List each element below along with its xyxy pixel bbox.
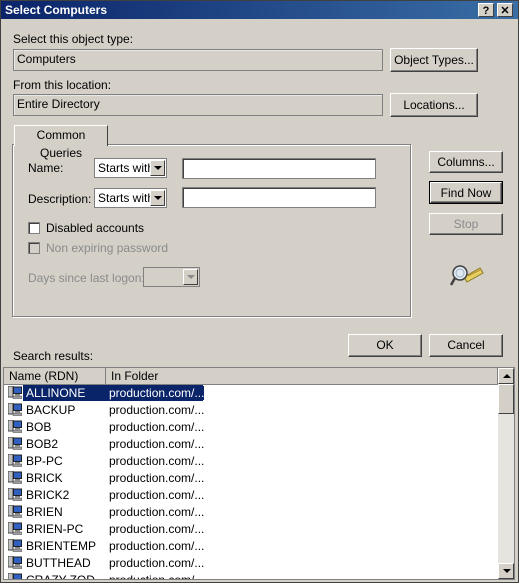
row-folder: production.com/... <box>109 505 205 519</box>
columns-button[interactable]: Columns... <box>429 151 503 173</box>
disabled-accounts-checkbox[interactable] <box>28 222 40 234</box>
table-row[interactable]: BOB2 production.com/... <box>4 436 496 453</box>
row-folder: production.com/... <box>109 420 205 434</box>
days-since-logon-select[interactable] <box>143 267 200 287</box>
computer-icon <box>8 573 22 579</box>
table-row[interactable]: BP-PC production.com/... <box>4 453 496 470</box>
table-row[interactable]: BOB production.com/... <box>4 419 496 436</box>
computer-icon <box>8 386 22 399</box>
row-folder: production.com/... <box>109 488 205 502</box>
computer-icon <box>8 539 22 552</box>
table-row[interactable]: BRICK2 production.com/... <box>4 487 496 504</box>
object-type-label: Select this object type: <box>13 32 134 46</box>
scroll-down-button[interactable] <box>498 563 514 579</box>
close-button[interactable]: ✕ <box>497 3 513 17</box>
description-operator-select[interactable]: Starts with <box>94 188 167 208</box>
scroll-thumb[interactable] <box>498 384 514 414</box>
table-row[interactable]: ALLINONE production.com/... <box>4 385 496 402</box>
row-folder: production.com/... <box>109 573 205 580</box>
non-expiring-password-checkbox[interactable] <box>28 242 40 254</box>
search-magnifier-icon <box>450 265 484 286</box>
name-operator-select[interactable]: Starts with <box>94 158 167 178</box>
find-now-button[interactable]: Find Now <box>429 181 503 204</box>
object-types-button[interactable]: Object Types... <box>390 48 478 72</box>
name-operator-value: Starts with <box>98 161 155 175</box>
chevron-down-icon[interactable] <box>183 269 198 285</box>
title-bar[interactable]: Select Computers ? ✕ <box>1 1 518 19</box>
row-name: BOB <box>26 420 52 434</box>
chevron-down-icon[interactable] <box>150 190 165 206</box>
computer-icon <box>8 420 22 433</box>
row-folder: production.com/... <box>109 386 205 400</box>
description-operator-value: Starts with <box>98 191 155 205</box>
row-folder: production.com/... <box>109 403 205 417</box>
row-folder: production.com/... <box>109 471 205 485</box>
computer-icon <box>8 471 22 484</box>
column-header-in-folder[interactable]: In Folder <box>106 368 498 385</box>
column-header-name[interactable]: Name (RDN) <box>4 368 106 385</box>
computer-icon <box>8 403 22 416</box>
row-folder: production.com/... <box>109 522 205 536</box>
row-folder: production.com/... <box>109 556 205 570</box>
locations-button[interactable]: Locations... <box>390 93 478 117</box>
select-computers-dialog: Select Computers ? ✕ Select this object … <box>0 0 519 583</box>
row-folder: production.com/... <box>109 454 205 468</box>
ok-button[interactable]: OK <box>348 334 422 357</box>
table-row[interactable]: BACKUP production.com/... <box>4 402 496 419</box>
row-folder: production.com/... <box>109 437 205 451</box>
chevron-down-icon[interactable] <box>150 160 165 176</box>
table-row[interactable]: CRAZY-ZOD production.com/... <box>4 572 496 580</box>
stop-button[interactable]: Stop <box>429 213 503 235</box>
row-name: CRAZY-ZOD <box>26 573 95 580</box>
computer-icon <box>8 437 22 450</box>
row-folder: production.com/... <box>109 539 205 553</box>
computer-icon <box>8 556 22 569</box>
row-name: BRIEN <box>26 505 63 519</box>
disabled-accounts-label: Disabled accounts <box>46 221 145 235</box>
location-field: Entire Directory <box>13 94 383 116</box>
help-button[interactable]: ? <box>478 3 494 17</box>
computer-icon <box>8 454 22 467</box>
row-name: BP-PC <box>26 454 63 468</box>
row-name: BACKUP <box>26 403 76 417</box>
object-type-field: Computers <box>13 49 383 71</box>
description-input[interactable] <box>182 187 376 208</box>
row-name: BOB2 <box>26 437 59 451</box>
table-row[interactable]: BRICK production.com/... <box>4 470 496 487</box>
table-row[interactable]: BRIEN production.com/... <box>4 504 496 521</box>
row-name: BRICK <box>26 471 63 485</box>
row-name: ALLINONE <box>24 386 88 400</box>
row-name: BRICK2 <box>26 488 70 502</box>
table-row[interactable]: BRIENTEMP production.com/... <box>4 538 496 555</box>
days-since-logon-label: Days since last logon: <box>28 271 145 285</box>
row-name: BRIENTEMP <box>26 539 97 553</box>
computer-icon <box>8 488 22 501</box>
vertical-scrollbar[interactable] <box>498 368 514 579</box>
computer-icon <box>8 505 22 518</box>
row-name: BRIEN-PC <box>26 522 84 536</box>
non-expiring-password-label: Non expiring password <box>46 241 169 255</box>
scroll-up-button[interactable] <box>498 368 514 384</box>
tab-common-queries[interactable]: Common Queries <box>14 125 108 160</box>
window-title: Select Computers <box>5 3 108 17</box>
row-name: BUTTHEAD <box>26 556 91 570</box>
search-results-label: Search results: <box>13 349 94 363</box>
description-label: Description: <box>28 192 92 206</box>
cancel-button[interactable]: Cancel <box>429 334 503 357</box>
name-input[interactable] <box>182 158 376 179</box>
table-row[interactable]: BUTTHEAD production.com/... <box>4 555 496 572</box>
location-label: From this location: <box>13 78 112 92</box>
computer-icon <box>8 522 22 535</box>
name-label: Name: <box>28 161 64 175</box>
table-row[interactable]: BRIEN-PC production.com/... <box>4 521 496 538</box>
search-results-list[interactable]: Name (RDN) In Folder ALLINONE production.… <box>3 367 515 580</box>
